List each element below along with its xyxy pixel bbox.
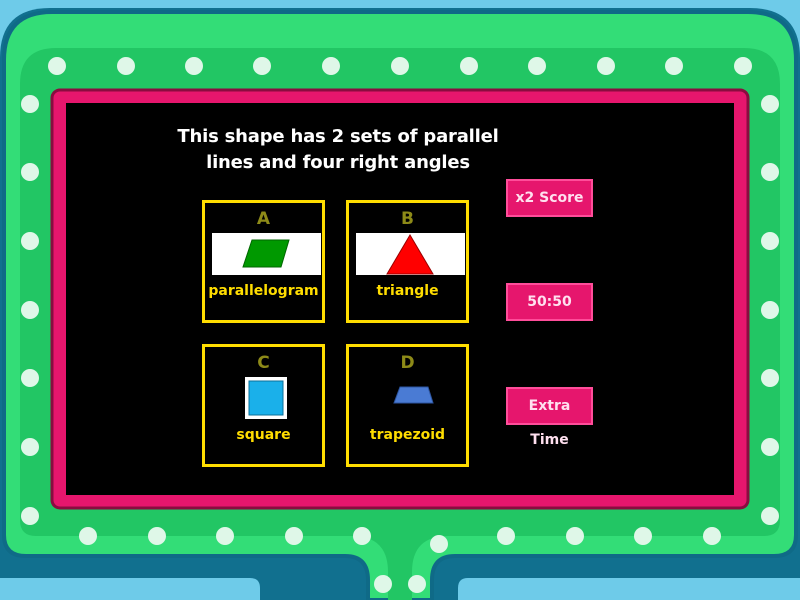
red-triangle-icon bbox=[386, 234, 434, 275]
answer-image bbox=[356, 233, 465, 275]
answer-label: square bbox=[236, 427, 291, 443]
fifty-fifty-button[interactable]: 50:50 bbox=[506, 283, 593, 321]
green-parallelogram-icon bbox=[242, 239, 290, 268]
question-line-1: This shape has 2 sets of parallel bbox=[177, 126, 499, 147]
answer-letter: C bbox=[257, 353, 270, 373]
answer-label: trapezoid bbox=[369, 427, 446, 443]
answer-card-a[interactable]: A parallelogram bbox=[202, 200, 325, 323]
answer-letter: B bbox=[401, 209, 414, 229]
question-line-2: lines and four right angles bbox=[206, 152, 470, 173]
answer-card-b[interactable]: B triangle bbox=[346, 200, 469, 323]
answer-label: triangle bbox=[376, 283, 439, 299]
blue-square-icon bbox=[248, 380, 284, 416]
game-stage: This shape has 2 sets of parallel lines … bbox=[0, 0, 800, 600]
answer-image bbox=[356, 377, 465, 419]
answer-image bbox=[245, 377, 287, 419]
question-text: This shape has 2 sets of parallel lines … bbox=[170, 124, 506, 176]
extra-time-button[interactable]: Extra Time bbox=[506, 387, 593, 448]
answer-label: parallelogram bbox=[208, 283, 319, 299]
answer-letter: D bbox=[400, 353, 415, 373]
double-score-button[interactable]: x2 Score bbox=[506, 179, 593, 217]
blue-trapezoid-icon bbox=[393, 386, 434, 404]
answer-image bbox=[212, 233, 321, 275]
answer-card-c[interactable]: C square bbox=[202, 344, 325, 467]
answer-letter: A bbox=[256, 209, 271, 229]
answer-card-d[interactable]: D trapezoid bbox=[346, 344, 469, 467]
